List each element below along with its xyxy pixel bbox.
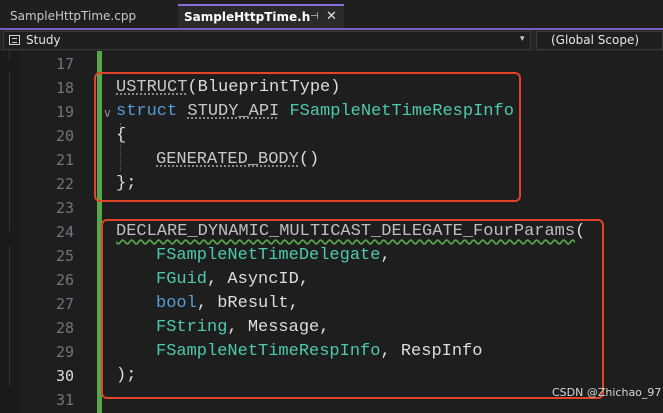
vertical-scrollbar[interactable]: [650, 51, 663, 413]
editor-margin: [0, 51, 19, 413]
line-number: 29: [55, 343, 74, 361]
chevron-down-icon[interactable]: ▾: [520, 31, 525, 48]
navigation-bar: Study ▾ (Global Scope): [0, 30, 663, 51]
line-number: 31: [55, 391, 74, 409]
line-number: 19: [55, 103, 74, 121]
project-dropdown[interactable]: Study ▾: [3, 31, 531, 50]
watermark: CSDN @Zhichao_97: [552, 386, 662, 399]
line-number: 27: [55, 295, 74, 313]
tab-sample-http-time-cpp[interactable]: SampleHttpTime.cpp: [0, 4, 178, 28]
highlight-box-delegate: [101, 219, 604, 399]
project-icon: [9, 35, 20, 45]
code-editor[interactable]: 17 18 19 20 21 22 23 24 25 26 27 28 29 3…: [0, 51, 663, 413]
line-number: 23: [55, 199, 74, 217]
line-number: 22: [55, 175, 74, 193]
line-number: 20: [55, 127, 74, 145]
line-number: 25: [55, 247, 74, 265]
pin-icon[interactable]: ⊣: [310, 6, 319, 28]
project-label: Study: [26, 33, 61, 47]
tab-sample-http-time-h[interactable]: SampleHttpTime.h ⊣ ✕: [178, 4, 344, 28]
close-icon[interactable]: ✕: [326, 6, 337, 28]
tab-label: SampleHttpTime.cpp: [10, 9, 137, 23]
scope-label: (Global Scope): [551, 33, 640, 47]
current-line-number: 30: [55, 367, 74, 385]
line-number: 18: [55, 79, 74, 97]
line-number: 28: [55, 319, 74, 337]
highlight-box-struct: [94, 72, 521, 202]
scope-dropdown[interactable]: (Global Scope): [536, 31, 663, 50]
tab-bar: SampleHttpTime.cpp SampleHttpTime.h ⊣ ✕: [0, 0, 663, 28]
line-number: 17: [55, 55, 74, 73]
line-number: 24: [55, 223, 74, 241]
line-number: 21: [55, 151, 74, 169]
tab-label: SampleHttpTime.h: [184, 10, 311, 24]
line-number: 26: [55, 271, 74, 289]
